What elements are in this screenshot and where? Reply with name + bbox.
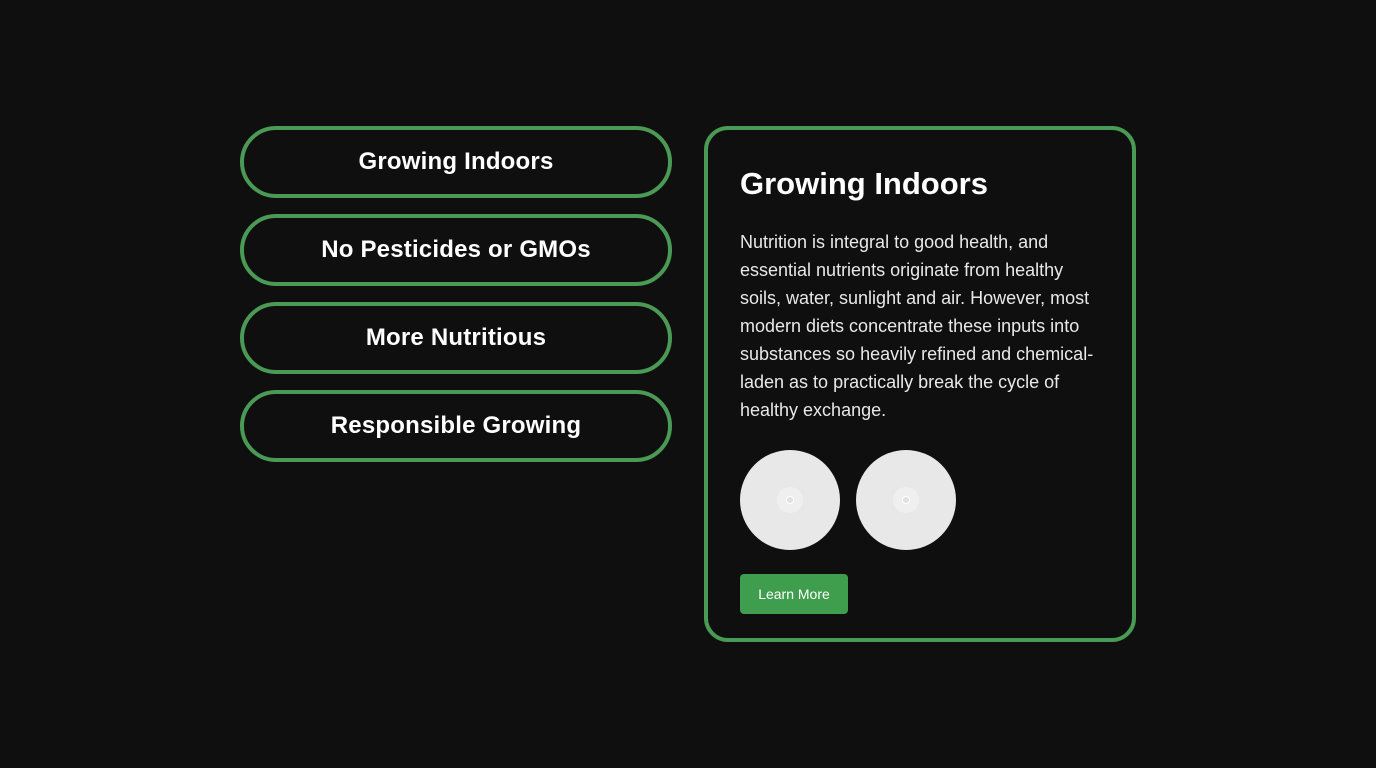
image-gallery xyxy=(740,450,1100,550)
tab-growing-indoors[interactable]: Growing Indoors xyxy=(240,126,672,198)
panel-description: Nutrition is integral to good health, an… xyxy=(740,232,1094,420)
image-placeholder-icon xyxy=(893,487,919,513)
learn-more-button[interactable]: Learn More xyxy=(740,574,848,614)
tab-no-pesticides[interactable]: No Pesticides or GMOs xyxy=(240,214,672,286)
tab-more-nutritious[interactable]: More Nutritious xyxy=(240,302,672,374)
thumbnail-image xyxy=(740,450,840,550)
content-panel: Growing Indoors Nutrition is integral to… xyxy=(704,126,1136,642)
tab-list: Growing Indoors No Pesticides or GMOs Mo… xyxy=(240,126,672,478)
thumbnail-image xyxy=(856,450,956,550)
panel-title: Growing Indoors xyxy=(740,166,988,201)
tab-responsible-growing[interactable]: Responsible Growing xyxy=(240,390,672,462)
page: Growing Indoors No Pesticides or GMOs Mo… xyxy=(0,0,1376,768)
image-placeholder-icon xyxy=(777,487,803,513)
